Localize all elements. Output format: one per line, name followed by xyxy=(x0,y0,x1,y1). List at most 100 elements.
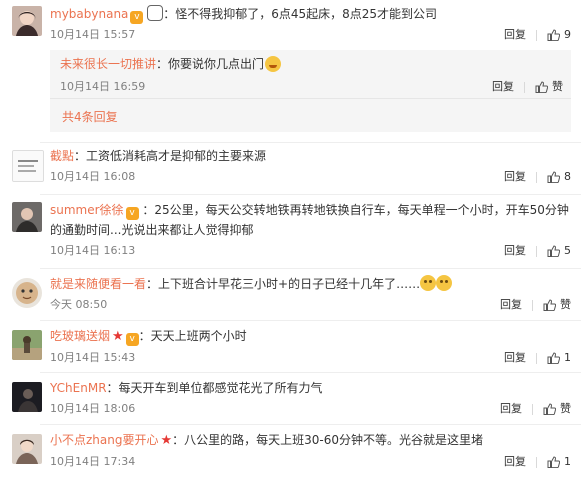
divider xyxy=(40,142,581,143)
action-divider xyxy=(536,171,537,183)
action-divider xyxy=(532,403,533,415)
reply-button[interactable]: 回复 xyxy=(504,166,526,188)
comment-line: mybabynana v ：怪不得我抑郁了，6点45起床，8点25才能到公司 xyxy=(50,4,571,24)
comment-line: 截點：工资低消耗高才是抑郁的主要来源 xyxy=(50,146,571,166)
like-button[interactable]: 9 xyxy=(547,24,571,46)
comment-meta: 10月14日 16:13 回复 5 xyxy=(50,240,571,262)
reply-button[interactable]: 回复 xyxy=(504,451,526,473)
comment-actions: 回复 8 xyxy=(504,166,571,188)
like-button[interactable]: 5 xyxy=(547,240,571,262)
thumbs-up-icon xyxy=(543,403,556,415)
comment-meta: 10月14日 18:06 回复 赞 xyxy=(50,398,571,420)
comment-actions: 回复 9 xyxy=(504,24,571,46)
username[interactable]: summer徐徐 xyxy=(50,203,124,217)
action-divider xyxy=(536,352,537,364)
comment-text: ：怪不得我抑郁了，6点45起床，8点25才能到公司 xyxy=(163,7,438,21)
sub-reply-actions: 回复 赞 xyxy=(492,76,563,98)
timestamp: 10月14日 15:43 xyxy=(50,351,136,364)
comment-actions: 回复 5 xyxy=(504,240,571,262)
avatar[interactable] xyxy=(12,278,42,308)
panda-emoji-icon xyxy=(147,5,164,21)
timestamp: 今天 08:50 xyxy=(50,298,108,311)
comment-actions: 回复 1 xyxy=(504,451,571,473)
reply-button[interactable]: 回复 xyxy=(504,24,526,46)
timestamp: 10月14日 17:34 xyxy=(50,455,136,468)
username[interactable]: 小不点zhang要开心 xyxy=(50,433,158,447)
like-button[interactable]: 8 xyxy=(547,166,571,188)
like-button[interactable]: 1 xyxy=(547,347,571,369)
comment-text: ：上下班合计早花三小时+的日子已经十几年了…… xyxy=(146,277,421,291)
smile-emoji-icon xyxy=(265,56,282,72)
thumbs-up-icon xyxy=(547,352,560,364)
avatar[interactable] xyxy=(12,202,42,232)
divider xyxy=(40,268,581,269)
avatar[interactable] xyxy=(12,6,42,36)
like-label: 赞 xyxy=(552,80,563,93)
comment-actions: 回复 赞 xyxy=(500,398,571,420)
like-count: 1 xyxy=(564,351,571,364)
comment-text: ：八公里的路，每天上班30-60分钟不等。光谷就是这里堵 xyxy=(172,433,484,447)
comment-feed: mybabynana v ：怪不得我抑郁了，6点45起床，8点25才能到公司 10… xyxy=(0,0,581,480)
sub-divider xyxy=(50,98,571,99)
like-button[interactable]: 赞 xyxy=(543,294,571,316)
reply-button[interactable]: 回复 xyxy=(500,398,522,420)
username[interactable]: 截點 xyxy=(50,149,74,163)
divider xyxy=(40,424,581,425)
comment-actions: 回复 赞 xyxy=(500,294,571,316)
like-button[interactable]: 1 xyxy=(547,451,571,473)
like-button[interactable]: 赞 xyxy=(543,398,571,420)
thumbs-up-icon xyxy=(547,171,560,183)
like-count: 5 xyxy=(564,244,571,257)
comment-actions: 回复 1 xyxy=(504,347,571,369)
comment-body: 吃玻璃送烟 ★ v ：天天上班两个小时 10月14日 15:43 回复 1 xyxy=(50,326,571,369)
sub-reply: 未来很长一切推讲：你要说你几点出门 10月14日 16:59 回复 赞 xyxy=(60,54,563,98)
reply-thread: 未来很长一切推讲：你要说你几点出门 10月14日 16:59 回复 赞 共4条回… xyxy=(50,50,571,132)
vip-badge-icon: v xyxy=(125,333,139,346)
reply-button[interactable]: 回复 xyxy=(504,240,526,262)
username[interactable]: mybabynana xyxy=(50,7,128,21)
username[interactable]: YChEnMR xyxy=(50,381,107,395)
star-badge-icon: ★ xyxy=(112,329,124,344)
reply-button[interactable]: 回复 xyxy=(492,76,514,98)
timestamp: 10月14日 18:06 xyxy=(50,402,136,415)
star-badge-icon: ★ xyxy=(160,433,173,448)
comment-text: ：工资低消耗高才是抑郁的主要来源 xyxy=(74,149,267,163)
sub-reply-username[interactable]: 未来很长一切推讲 xyxy=(60,57,156,71)
comment-text: ：天天上班两个小时 xyxy=(138,329,247,343)
timestamp: 10月14日 16:13 xyxy=(50,244,136,257)
like-label: 赞 xyxy=(560,402,571,415)
action-divider xyxy=(536,245,537,257)
sad-emoji-icon xyxy=(420,275,437,291)
comment-body: mybabynana v ：怪不得我抑郁了，6点45起床，8点25才能到公司 10… xyxy=(50,4,571,46)
like-label: 赞 xyxy=(560,298,571,311)
avatar[interactable] xyxy=(12,330,42,360)
vip-badge-icon: v xyxy=(130,11,144,24)
username[interactable]: 就是来随便看一看 xyxy=(50,277,146,291)
action-divider xyxy=(536,29,537,41)
vip-badge-icon: v xyxy=(125,207,139,220)
comment-meta: 10月14日 15:57 回复 9 xyxy=(50,24,571,46)
more-replies-link[interactable]: 共4条回复 xyxy=(62,108,118,125)
comment-meta: 今天 08:50 回复 赞 xyxy=(50,294,571,316)
thumbs-up-icon xyxy=(543,299,556,311)
username[interactable]: 吃玻璃送烟 xyxy=(50,329,110,343)
avatar[interactable] xyxy=(12,382,42,412)
comment-line-2: 的通勤时间...光说出来都让人觉得抑郁 xyxy=(50,223,254,237)
comment-meta: 10月14日 15:43 回复 1 xyxy=(50,347,571,369)
thumbs-up-icon xyxy=(535,81,548,93)
action-divider xyxy=(524,81,525,93)
comment-line: 吃玻璃送烟 ★ v ：天天上班两个小时 xyxy=(50,326,571,347)
divider xyxy=(40,194,581,195)
like-button[interactable]: 赞 xyxy=(535,76,563,98)
reply-button[interactable]: 回复 xyxy=(504,347,526,369)
comment-line: 就是来随便看一看：上下班合计早花三小时+的日子已经十几年了…… xyxy=(50,274,571,294)
like-count: 1 xyxy=(564,455,571,468)
action-divider xyxy=(532,299,533,311)
comment-meta: 10月14日 16:08 回复 8 xyxy=(50,166,571,188)
avatar[interactable] xyxy=(12,150,44,182)
divider xyxy=(40,320,581,321)
comment-body: 小不点zhang要开心 ★：八公里的路，每天上班30-60分钟不等。光谷就是这里堵… xyxy=(50,430,571,473)
timestamp: 10月14日 15:57 xyxy=(50,28,136,41)
reply-button[interactable]: 回复 xyxy=(500,294,522,316)
avatar[interactable] xyxy=(12,434,42,464)
